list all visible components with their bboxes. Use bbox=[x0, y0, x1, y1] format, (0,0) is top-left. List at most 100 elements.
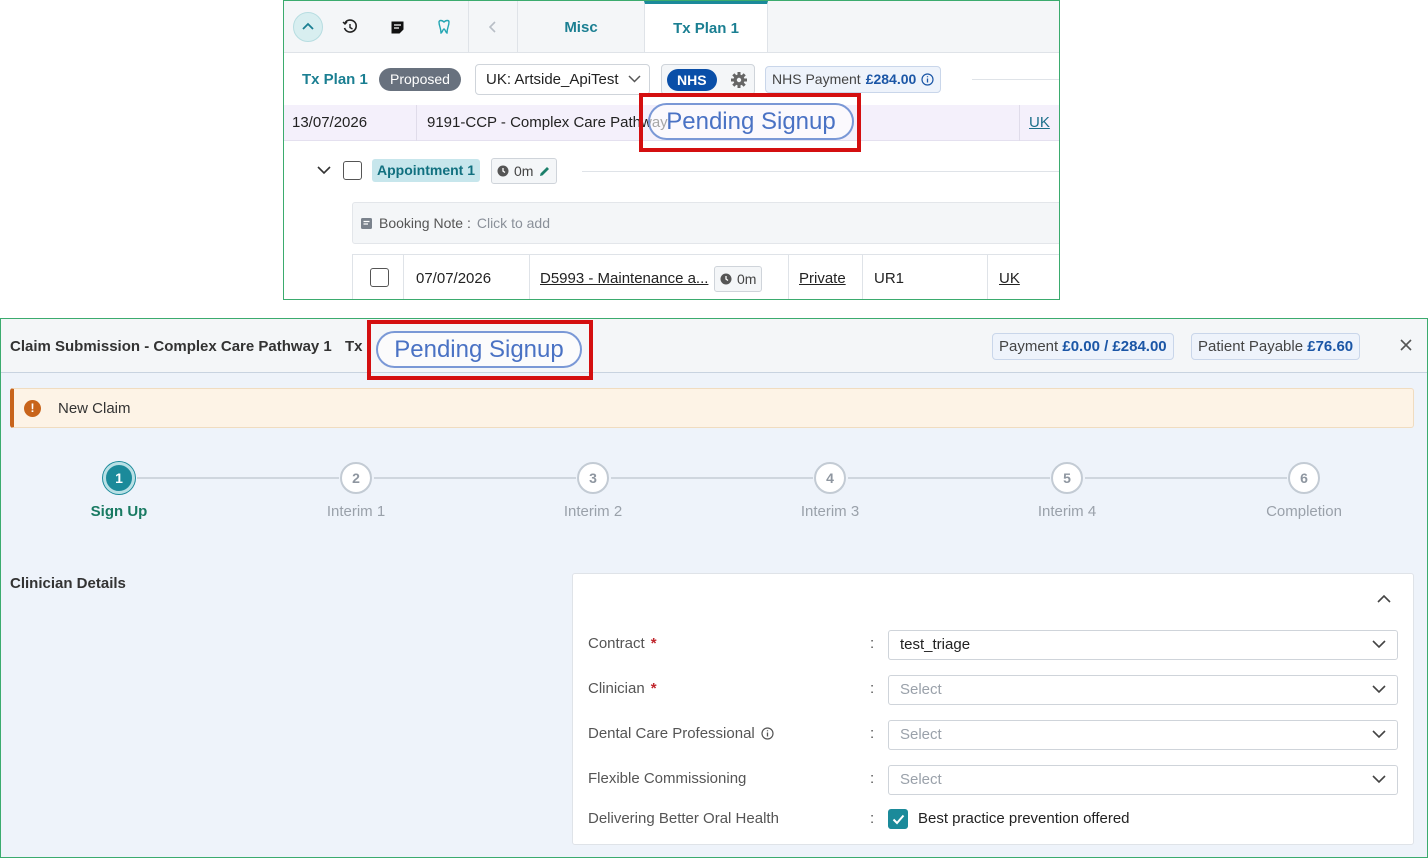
chevron-down-icon bbox=[1372, 730, 1386, 739]
tooth-chart-button[interactable] bbox=[429, 12, 459, 42]
label-text: Clinician bbox=[588, 680, 645, 697]
contract-select[interactable]: test_triage bbox=[888, 630, 1398, 660]
chevron-down-icon bbox=[1372, 685, 1386, 694]
dbo-checkbox[interactable] bbox=[888, 809, 908, 829]
step-1-label: Sign Up bbox=[90, 503, 148, 520]
step-connector bbox=[848, 477, 1050, 479]
alert-text: New Claim bbox=[58, 399, 131, 417]
booking-note[interactable]: Booking Note : Click to add bbox=[352, 202, 1059, 244]
colon: : bbox=[870, 635, 875, 652]
clock-icon bbox=[720, 273, 732, 285]
status-badge[interactable]: Proposed bbox=[379, 68, 461, 91]
dcp-select[interactable]: Select bbox=[888, 720, 1398, 750]
step-3[interactable]: 3 bbox=[577, 462, 609, 494]
step-connector bbox=[611, 477, 813, 479]
clinician-row: Clinician * : Select bbox=[573, 675, 1413, 705]
history-button[interactable] bbox=[335, 12, 365, 42]
patient-payable-badge: Patient Payable £76.60 bbox=[1191, 333, 1361, 360]
step-5-label: Interim 4 bbox=[1037, 503, 1097, 520]
step-6[interactable]: 6 bbox=[1288, 462, 1320, 494]
flex-commissioning-select[interactable]: Select bbox=[888, 765, 1398, 795]
step-1[interactable]: 1 bbox=[103, 462, 135, 494]
booking-note-label: Booking Note : bbox=[379, 215, 471, 231]
claim-stepper: 1 Sign Up 2 Interim 1 3 Interim 2 4 Inte… bbox=[1, 457, 1427, 527]
required-mark: * bbox=[650, 635, 657, 652]
flex-commissioning-row: Flexible Commissioning : Select bbox=[573, 765, 1413, 795]
chevron-up-icon bbox=[302, 22, 314, 30]
duration-value: 0m bbox=[737, 271, 757, 287]
step-2[interactable]: 2 bbox=[340, 462, 372, 494]
label-text: Dental Care Professional bbox=[588, 725, 755, 742]
page-title: Claim Submission - Complex Care Pathway … bbox=[10, 338, 332, 355]
tab-label: Tx Plan 1 bbox=[673, 19, 739, 37]
appointment-row: Appointment 1 0m bbox=[284, 151, 1059, 191]
booking-note-placeholder[interactable]: Click to add bbox=[477, 215, 550, 231]
dcp-label: Dental Care Professional bbox=[588, 725, 774, 742]
divider bbox=[468, 1, 469, 53]
dbo-label: Delivering Better Oral Health bbox=[588, 810, 779, 827]
course-link[interactable]: UK bbox=[1029, 105, 1050, 141]
item-date: 07/07/2026 bbox=[416, 270, 492, 287]
patient-payable-value: £76.60 bbox=[1307, 338, 1354, 355]
colon: : bbox=[870, 725, 875, 742]
location-select[interactable]: UK: Artside_ApiTest bbox=[475, 64, 650, 95]
contract-value: test_triage bbox=[900, 636, 971, 653]
tab-tx-plan-1[interactable]: Tx Plan 1 bbox=[644, 1, 768, 52]
divider bbox=[788, 255, 789, 299]
dbo-checkbox-label[interactable]: Best practice prevention offered bbox=[918, 810, 1130, 827]
table-row[interactable]: 07/07/2026 D5993 - Maintenance a... 0m P… bbox=[352, 254, 1059, 299]
step-6-label: Completion bbox=[1266, 503, 1342, 520]
patient-payable-label: Patient Payable bbox=[1198, 338, 1304, 355]
nhs-badge[interactable]: NHS bbox=[667, 69, 717, 91]
plan-label: Tx Plan 1 bbox=[302, 71, 368, 88]
collapse-button[interactable] bbox=[293, 12, 323, 42]
pencil-icon[interactable] bbox=[538, 165, 551, 178]
payment-label: Payment bbox=[999, 338, 1059, 355]
sticky-note-icon bbox=[391, 21, 403, 33]
chevron-up-icon[interactable] bbox=[1377, 594, 1391, 604]
location-value: UK: Artside_ApiTest bbox=[486, 71, 619, 88]
flex-commissioning-label: Flexible Commissioning bbox=[588, 770, 747, 787]
treatment-plan-panel: Misc Tx Plan 1 Tx Plan 1 Proposed UK: Ar… bbox=[283, 0, 1060, 300]
item-description-link[interactable]: D5993 - Maintenance a... bbox=[540, 255, 708, 299]
appointment-checkbox[interactable] bbox=[343, 161, 362, 180]
new-claim-alert: ! New Claim bbox=[10, 388, 1414, 428]
contract-label: Contract * bbox=[588, 635, 657, 652]
step-3-label: Interim 2 bbox=[563, 503, 623, 520]
clinician-label: Clinician * bbox=[588, 680, 657, 697]
duration-value: 0m bbox=[514, 163, 534, 179]
item-link[interactable]: UK bbox=[999, 255, 1020, 299]
step-4[interactable]: 4 bbox=[814, 462, 846, 494]
divider bbox=[987, 255, 988, 299]
close-icon[interactable] bbox=[1399, 338, 1413, 352]
step-2-label: Interim 1 bbox=[326, 503, 386, 520]
step-5[interactable]: 5 bbox=[1051, 462, 1083, 494]
step-connector bbox=[374, 477, 576, 479]
contract-row: Contract * : test_triage bbox=[573, 630, 1413, 660]
info-icon[interactable] bbox=[921, 73, 934, 86]
divider bbox=[972, 79, 1059, 80]
appointment-duration[interactable]: 0m bbox=[491, 158, 558, 184]
gear-icon[interactable] bbox=[730, 71, 748, 89]
dcp-placeholder: Select bbox=[900, 726, 942, 743]
chevron-down-icon bbox=[1372, 640, 1386, 649]
tab-bar: Misc Tx Plan 1 bbox=[284, 1, 1059, 53]
item-checkbox[interactable] bbox=[370, 268, 389, 287]
scroll-left-button[interactable] bbox=[478, 12, 508, 42]
item-type-link[interactable]: Private bbox=[799, 255, 846, 299]
dbo-row: Delivering Better Oral Health : Best pra… bbox=[573, 805, 1413, 835]
flex-placeholder: Select bbox=[900, 771, 942, 788]
appointment-badge[interactable]: Appointment 1 bbox=[372, 159, 480, 182]
chevron-down-icon[interactable] bbox=[317, 165, 331, 175]
tx-label: Tx bbox=[345, 338, 363, 355]
colon: : bbox=[870, 680, 875, 697]
notes-button[interactable] bbox=[382, 12, 412, 42]
info-icon[interactable] bbox=[761, 727, 774, 740]
clock-icon bbox=[497, 165, 509, 177]
payment-badge: Payment £0.00 / £284.00 bbox=[992, 333, 1174, 360]
tab-label: Misc bbox=[564, 18, 598, 36]
nhs-payment-value: £284.00 bbox=[865, 71, 917, 87]
clinician-select[interactable]: Select bbox=[888, 675, 1398, 705]
tab-misc[interactable]: Misc bbox=[518, 1, 644, 53]
step-connector bbox=[1085, 477, 1287, 479]
